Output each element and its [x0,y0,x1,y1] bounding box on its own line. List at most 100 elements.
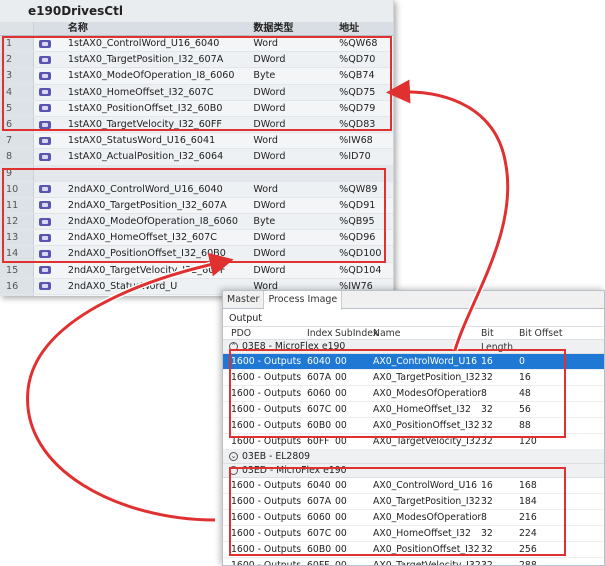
tag-row-addr[interactable]: %IW68 [335,133,393,148]
tag-row[interactable]: 1 1stAX0_ControlWord_U16_6040 Word %QW68 [0,36,393,53]
tag-row[interactable]: 7 1stAX0_StatusWord_U16_6041 Word %IW68 [0,133,393,150]
tag-row-num: 5 [0,100,34,116]
pi-col-bitlen[interactable]: Bit Length [481,327,519,353]
tag-row-name[interactable]: 2ndAX0_TargetPosition_I32_607A [56,198,250,213]
pi-row[interactable]: 1600 - Outputs 6060 00 AX0_ModesOfOperation… [223,510,604,526]
collapse-icon[interactable]: ⌃ [229,342,238,351]
header-addr[interactable]: 地址 [335,22,393,35]
header-name[interactable]: 名称 [56,22,250,35]
tag-row-name[interactable]: 2ndAX0_PositionOffset_I32_60B0 [56,246,250,261]
pi-cell-subindex: 00 [335,528,347,539]
tag-row-addr[interactable]: %QD104 [335,263,393,278]
tag-row-addr[interactable]: %QD96 [335,230,393,245]
tag-row-addr[interactable]: %QD79 [335,101,393,116]
pi-row[interactable]: 1600 - Outputs 607C 00 AX0_HomeOffset_I32 32… [223,526,604,542]
tag-row-name[interactable]: 1stAX0_ModeOfOperation_I8_6060 [56,68,250,83]
tag-row[interactable]: 2 1stAX0_TargetPosition_I32_607A DWord %QD7… [0,52,393,69]
pi-col-subindex[interactable]: SubIndex [335,327,378,339]
pi-col-name[interactable]: Name [373,327,481,339]
pi-col-index[interactable]: Index [307,327,335,339]
tag-row-addr[interactable]: %ID70 [335,149,393,164]
tag-row[interactable]: 5 1stAX0_PositionOffset_I32_60B0 DWord %QD7… [0,100,393,117]
tag-row-name[interactable]: 1stAX0_PositionOffset_I32_60B0 [56,101,250,116]
pi-row[interactable]: 1600 - Outputs 607A 00 AX0_TargetPosition_I… [223,370,604,386]
tag-row[interactable]: 8 1stAX0_ActualPosition_I32_6064 DWord %ID7… [0,149,393,166]
tag-row[interactable]: 6 1stAX0_TargetVelocity_I32_60FF DWord %QD8… [0,116,393,134]
pi-cell-name: AX0_HomeOffset_I32 [373,404,471,415]
tag-row[interactable]: 9 [0,165,393,182]
tag-row-type[interactable]: DWord [249,52,335,67]
expand-icon[interactable]: ⌄ [229,452,238,461]
pi-row[interactable]: 1600 - Outputs 6040 00 AX0_ControlWord_U16 1… [223,354,604,370]
pi-row[interactable]: 1600 - Outputs 60B0 00 AX0_PositionOffset_I… [223,418,604,434]
pi-row[interactable]: 1600 - Outputs 607A 00 AX0_TargetPosition_I… [223,494,604,510]
tag-row[interactable]: 15 2ndAX0_TargetVelocity_I32_60FF DWord %QD… [0,262,393,279]
pi-col-bitoff[interactable]: Bit Offset [519,327,579,339]
tag-row-type[interactable]: Word [249,182,335,197]
tag-row-type[interactable]: DWord [249,246,335,261]
pi-row[interactable]: 1600 - Outputs 60FF 00 AX0_TargetVelocity_I… [223,558,604,565]
tag-row-addr[interactable]: %QB74 [335,68,393,83]
header-type[interactable]: 数据类型 [249,22,335,35]
tag-row-name[interactable]: 1stAX0_StatusWord_U16_6041 [56,133,250,148]
tag-row-addr[interactable]: %QD70 [335,52,393,67]
tag-row-type[interactable]: DWord [249,263,335,278]
tag-row[interactable]: 4 1stAX0_HomeOffset_I32_607C DWord %QD75 [0,84,393,101]
tag-row-name[interactable]: 2ndAX0_ActualPosi [56,295,250,296]
tag-row-addr[interactable]: %QW68 [335,36,393,51]
tag-row[interactable]: 11 2ndAX0_TargetPosition_I32_607A DWord %QD… [0,197,393,215]
pi-row[interactable]: 1600 - Outputs 6060 00 AX0_ModesOfOperation… [223,386,604,402]
pi-group-header[interactable]: ⌃ 03E8 - MicroFlex e190 [223,340,604,354]
tag-row-name[interactable]: 1stAX0_ActualPosition_I32_6064 [56,149,250,164]
tag-table-title: e190DrivesCtl [0,0,393,22]
tag-row-name[interactable]: 1stAX0_TargetVelocity_I32_60FF [56,117,250,132]
tag-row-addr[interactable]: %QD75 [335,85,393,100]
pi-row[interactable]: 1600 - Outputs 607C 00 AX0_HomeOffset_I32 32… [223,402,604,418]
pi-group-header[interactable]: ⌄ 03EB - EL2809 [223,450,604,464]
tag-row-name[interactable]: 2ndAX0_StatusWord_U [56,279,250,294]
pi-group-header[interactable]: ⌃ 03ED - MicroFlex e190 [223,464,604,478]
tag-row-name[interactable]: 2ndAX0_ModeOfOperation_I8_6060 [56,214,250,229]
tag-row[interactable]: 14 2ndAX0_PositionOffset_I32_60B0 DWord %QD… [0,246,393,263]
tag-row-addr[interactable]: %QD91 [335,198,393,213]
tag-row[interactable]: 13 2ndAX0_HomeOffset_I32_607C DWord %QD96 [0,230,393,247]
tag-row-type[interactable]: Byte [249,68,335,83]
tag-row-name[interactable]: 2ndAX0_TargetVelocity_I32_60FF [56,263,250,278]
pi-col-pdo[interactable]: PDO [223,327,307,339]
tag-row[interactable]: 10 2ndAX0_ControlWord_U16_6040 Word %QW89 [0,181,393,198]
tag-row-type[interactable]: DWord [249,198,335,213]
tag-row-name[interactable]: 1stAX0_HomeOffset_I32_607C [56,85,250,100]
tag-row-name[interactable]: 2ndAX0_HomeOffset_I32_607C [56,230,250,245]
pi-cell-bitoff: 0 [519,356,525,367]
tag-row-addr[interactable]: %QD83 [335,117,393,132]
tab-master[interactable]: Master [223,291,265,308]
collapse-icon[interactable]: ⌃ [229,466,238,475]
tag-row-addr[interactable]: %QD100 [335,246,393,261]
pi-cell-index: 60B0 [307,544,332,555]
tag-row-addr[interactable]: %QB95 [335,214,393,229]
tab-process-image[interactable]: Process Image [264,291,343,310]
tag-row-type[interactable]: DWord [249,101,335,116]
tag-row-type[interactable]: DWord [249,149,335,164]
tag-row-addr[interactable] [335,166,393,181]
tag-row[interactable]: 12 2ndAX0_ModeOfOperation_I8_6060 Byte %QB9… [0,214,393,231]
tag-row-name[interactable]: 2ndAX0_ControlWord_U16_6040 [56,182,250,197]
tag-row-type[interactable] [249,166,335,181]
pi-cell-subindex: 00 [335,496,347,507]
tag-row-name[interactable]: 1stAX0_TargetPosition_I32_607A [56,52,250,67]
pi-cell-name: AX0_TargetPosition_I32 [373,372,481,383]
pi-row[interactable]: 1600 - Outputs 60FF 00 AX0_TargetVelocity_I… [223,434,604,450]
pi-row[interactable]: 1600 - Outputs 6040 00 AX0_ControlWord_U16 1… [223,478,604,494]
tag-row-type[interactable]: Byte [249,214,335,229]
tag-row-type[interactable]: Word [249,133,335,148]
pi-row[interactable]: 1600 - Outputs 60B0 00 AX0_PositionOffset_I… [223,542,604,558]
tag-row-addr[interactable]: %QW89 [335,182,393,197]
tag-row-type[interactable]: Word [249,36,335,51]
tag-row-type[interactable]: DWord [249,230,335,245]
tag-row-type[interactable]: DWord [249,117,335,132]
tag-row[interactable]: 3 1stAX0_ModeOfOperation_I8_6060 Byte %QB74 [0,68,393,85]
tag-row-type[interactable]: DWord [249,85,335,100]
tag-row-name[interactable] [56,166,250,181]
pi-cell-index: 607A [307,372,332,383]
tag-row-name[interactable]: 1stAX0_ControlWord_U16_6040 [56,36,250,51]
